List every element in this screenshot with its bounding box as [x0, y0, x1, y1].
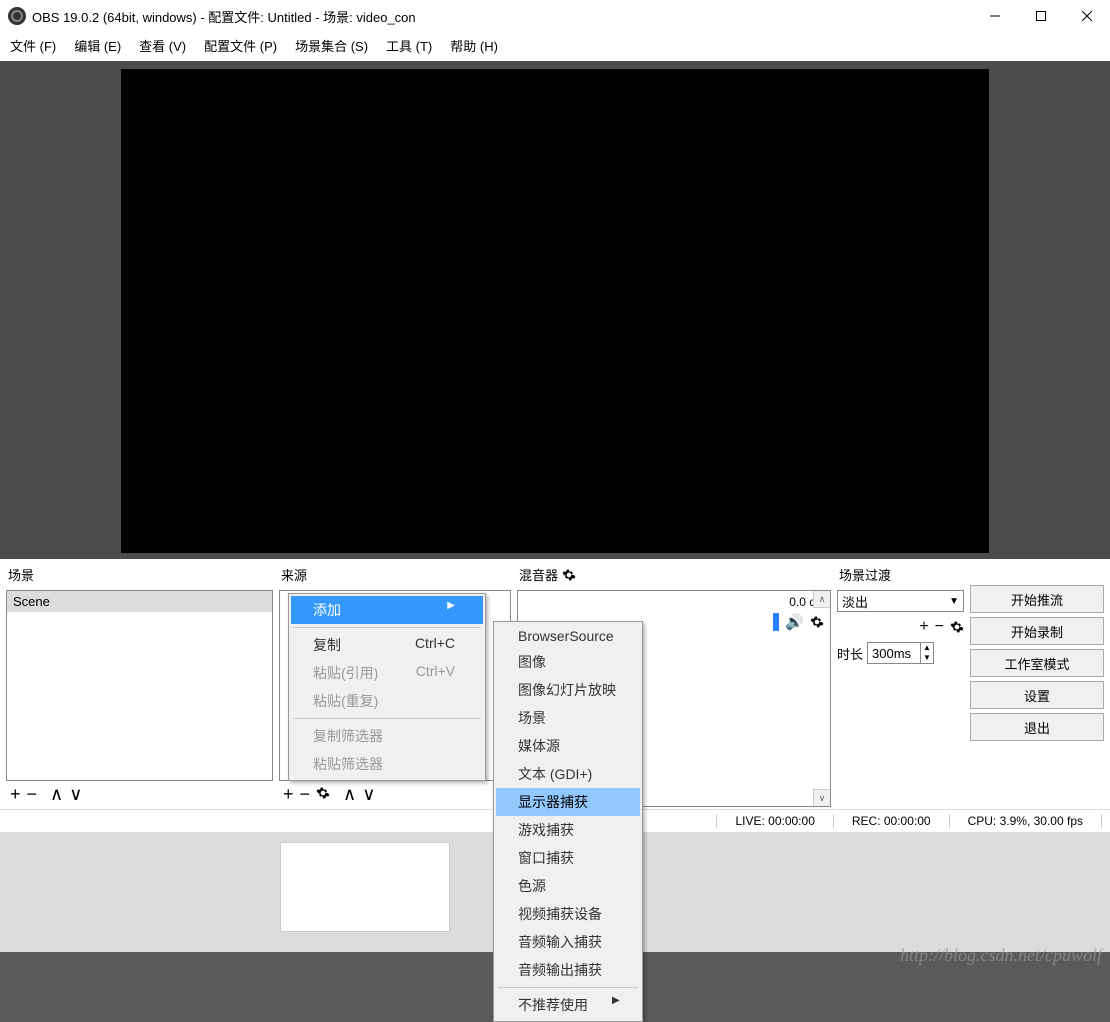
menu-help[interactable]: 帮助 (H)	[450, 36, 498, 55]
cm-separator	[498, 987, 638, 988]
controls-dock: 开始推流 开始录制 工作室模式 设置 退出	[970, 563, 1104, 807]
mixer-volume-slider[interactable]	[773, 613, 779, 631]
sources-dock: 来源 添加▶ 复制Ctrl+C 粘贴(引用)Ctrl+V 粘贴(重复)	[279, 563, 511, 807]
add-audio-output-capture[interactable]: 音频输出捕获	[496, 956, 640, 984]
cm-copy[interactable]: 复制Ctrl+C	[291, 631, 483, 659]
titlebar: OBS 19.0.2 (64bit, windows) - 配置文件: Unti…	[0, 0, 1110, 32]
cm-paste-dup: 粘贴(重复)	[291, 687, 483, 715]
sources-add-button[interactable]: +	[283, 785, 294, 803]
sources-move-up-button[interactable]: ∧	[343, 785, 356, 803]
scroll-down-button[interactable]: ∨	[813, 789, 830, 806]
scene-item[interactable]: Scene	[7, 591, 272, 612]
add-scene-source[interactable]: 场景	[496, 704, 640, 732]
sources-context-menu[interactable]: 添加▶ 复制Ctrl+C 粘贴(引用)Ctrl+V 粘贴(重复) 复制筛选器	[288, 593, 486, 781]
status-rec: REC: 00:00:00	[852, 814, 931, 828]
menu-tools[interactable]: 工具 (T)	[386, 36, 432, 55]
menu-edit[interactable]: 编辑 (E)	[74, 36, 121, 55]
mixer-settings-icon[interactable]	[562, 568, 576, 582]
add-media-source[interactable]: 媒体源	[496, 732, 640, 760]
obs-logo-icon	[8, 7, 26, 25]
scenes-remove-button[interactable]: −	[27, 785, 38, 803]
cm-paste-ref: 粘贴(引用)Ctrl+V	[291, 659, 483, 687]
spin-down-icon[interactable]: ▼	[921, 653, 933, 663]
scroll-up-button[interactable]: ∧	[813, 591, 830, 608]
maximize-button[interactable]	[1018, 0, 1064, 32]
start-streaming-button[interactable]: 开始推流	[970, 585, 1104, 613]
transitions-title: 场景过渡	[837, 563, 964, 590]
add-game-capture[interactable]: 游戏捕获	[496, 816, 640, 844]
exit-button[interactable]: 退出	[970, 713, 1104, 741]
submenu-arrow-icon: ▶	[447, 600, 455, 620]
cm-separator	[293, 627, 481, 628]
transition-duration-input[interactable]	[868, 646, 920, 661]
start-recording-button[interactable]: 开始录制	[970, 617, 1104, 645]
transition-duration-label: 时长	[837, 644, 863, 663]
sources-move-down-button[interactable]: ∨	[362, 785, 375, 803]
add-deprecated-submenu[interactable]: 不推荐使用▶	[496, 991, 640, 1019]
add-video-capture-device[interactable]: 视频捕获设备	[496, 900, 640, 928]
transition-select[interactable]: 淡出▼	[837, 590, 964, 612]
sources-title: 来源	[279, 563, 511, 590]
add-display-capture[interactable]: 显示器捕获	[496, 788, 640, 816]
add-source-submenu[interactable]: BrowserSource 图像 图像幻灯片放映 场景 媒体源 文本 (GDI+…	[493, 621, 643, 1022]
scenes-toolbar: + − ∧ ∨	[6, 781, 273, 807]
add-color-source[interactable]: 色源	[496, 872, 640, 900]
scenes-list[interactable]: Scene	[6, 590, 273, 781]
sources-toolbar: + − ∧ ∨	[279, 781, 511, 807]
chevron-down-icon: ▼	[949, 596, 959, 607]
cm-separator	[293, 718, 481, 719]
menu-profile[interactable]: 配置文件 (P)	[204, 36, 277, 55]
submenu-arrow-icon: ▶	[612, 995, 620, 1015]
add-slideshow-source[interactable]: 图像幻灯片放映	[496, 676, 640, 704]
studio-mode-button[interactable]: 工作室模式	[970, 649, 1104, 677]
sources-properties-button[interactable]	[316, 785, 330, 803]
mixer-title: 混音器	[517, 563, 831, 590]
scenes-dock: 场景 Scene + − ∧ ∨	[6, 563, 273, 807]
speaker-icon[interactable]: 🔊	[785, 613, 804, 631]
status-cpu: CPU: 3.9%, 30.00 fps	[968, 814, 1083, 828]
settings-button[interactable]: 设置	[970, 681, 1104, 709]
transition-settings-icon[interactable]	[950, 620, 964, 634]
watermark-text: http://blog.csdn.net/cpuwolf	[900, 945, 1102, 966]
transition-add-button[interactable]: +	[919, 618, 928, 636]
menu-file[interactable]: 文件 (F)	[10, 36, 56, 55]
sources-list[interactable]: 添加▶ 复制Ctrl+C 粘贴(引用)Ctrl+V 粘贴(重复) 复制筛选器	[279, 590, 511, 781]
transition-duration-spinbox[interactable]: ▲▼	[867, 642, 934, 664]
spin-up-icon[interactable]: ▲	[921, 643, 933, 653]
cm-add[interactable]: 添加▶	[291, 596, 483, 624]
close-button[interactable]	[1064, 0, 1110, 32]
menu-view[interactable]: 查看 (V)	[139, 36, 186, 55]
scenes-move-down-button[interactable]: ∨	[69, 785, 82, 803]
menu-scene-collection[interactable]: 场景集合 (S)	[295, 36, 368, 55]
add-window-capture[interactable]: 窗口捕获	[496, 844, 640, 872]
preview-canvas[interactable]	[121, 69, 989, 553]
transition-remove-button[interactable]: −	[935, 618, 944, 636]
cm-copy-filters: 复制筛选器	[291, 722, 483, 750]
add-text-source[interactable]: 文本 (GDI+)	[496, 760, 640, 788]
status-live: LIVE: 00:00:00	[735, 814, 814, 828]
menubar: 文件 (F) 编辑 (E) 查看 (V) 配置文件 (P) 场景集合 (S) 工…	[0, 32, 1110, 61]
transitions-dock: 场景过渡 淡出▼ + − 时长 ▲▼	[837, 563, 964, 807]
scenes-title: 场景	[6, 563, 273, 590]
minimize-button[interactable]	[972, 0, 1018, 32]
scenes-add-button[interactable]: +	[10, 785, 21, 803]
mixer-channel-settings-icon[interactable]	[810, 615, 824, 629]
preview-area[interactable]	[0, 61, 1110, 559]
scenes-move-up-button[interactable]: ∧	[50, 785, 63, 803]
add-browser-source[interactable]: BrowserSource	[496, 624, 640, 648]
add-audio-input-capture[interactable]: 音频输入捕获	[496, 928, 640, 956]
add-image-source[interactable]: 图像	[496, 648, 640, 676]
sources-remove-button[interactable]: −	[300, 785, 311, 803]
cm-paste-filters: 粘贴筛选器	[291, 750, 483, 778]
background-panel	[280, 842, 450, 932]
window-title: OBS 19.0.2 (64bit, windows) - 配置文件: Unti…	[32, 7, 972, 26]
